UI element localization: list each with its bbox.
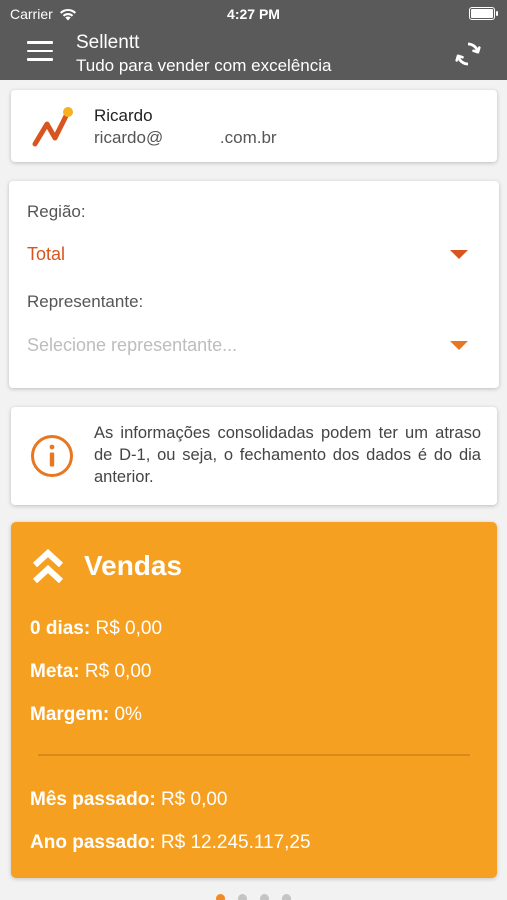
app-header: Sellentt Tudo para vender com excelência [0, 28, 507, 80]
sales-row-value: R$ 12.245.117,25 [160, 832, 311, 853]
battery-icon [469, 7, 498, 20]
page-indicator [0, 894, 507, 900]
info-icon [31, 435, 73, 477]
sellentt-logo-icon [32, 107, 73, 147]
sales-title: Vendas [84, 550, 183, 581]
user-email: ricardo@ .com.br [94, 128, 277, 147]
sales-row-label: Margem: [30, 704, 110, 725]
hamburger-menu-button[interactable] [27, 41, 53, 63]
user-card[interactable]: Ricardo ricardo@ .com.br [11, 90, 497, 162]
hamburger-icon-line [27, 41, 53, 44]
sales-row-last-year: Ano passado: R$ 12.245.117,25 [30, 832, 311, 854]
sales-row-value: 0% [114, 704, 142, 725]
sync-icon[interactable] [453, 39, 483, 69]
chevron-down-icon [450, 341, 468, 350]
sales-row-goal: Meta: R$ 0,00 [30, 661, 151, 683]
region-select[interactable]: Total [9, 235, 499, 271]
region-value: Total [27, 244, 66, 264]
status-time: 4:27 PM [227, 6, 280, 22]
representative-label: Representante: [27, 292, 144, 311]
sales-row-label: 0 dias: [30, 618, 91, 639]
status-bar: Carrier 4:27 PM [0, 0, 507, 28]
representative-placeholder: Selecione representante... [27, 335, 238, 355]
sales-row-days: 0 dias: R$ 0,00 [30, 618, 162, 640]
sales-row-label: Meta: [30, 661, 80, 682]
app-subtitle: Tudo para vender com excelência [76, 56, 332, 75]
page-dot[interactable] [260, 894, 269, 900]
hamburger-icon-line [27, 49, 53, 52]
filter-card: Região: Total Representante: Selecione r… [9, 181, 499, 388]
page-dot[interactable] [216, 894, 225, 900]
info-card: As informações consolidadas podem ter um… [11, 407, 497, 505]
sales-row-last-month: Mês passado: R$ 0,00 [30, 789, 227, 811]
representative-select[interactable]: Selecione representante... [9, 326, 499, 362]
hamburger-icon-line [27, 58, 53, 61]
chevron-down-icon [450, 250, 468, 259]
sales-row-value: R$ 0,00 [84, 661, 152, 682]
app-title: Sellentt [76, 32, 140, 53]
user-name: Ricardo [94, 106, 153, 125]
sales-card[interactable]: Vendas 0 dias: R$ 0,00 Meta: R$ 0,00 Mar… [11, 522, 497, 878]
sales-row-label: Ano passado: [30, 832, 156, 853]
page-dot[interactable] [238, 894, 247, 900]
sales-row-label: Mês passado: [30, 789, 156, 810]
info-message: As informações consolidadas podem ter um… [94, 424, 481, 486]
page-dot[interactable] [282, 894, 291, 900]
region-label: Região: [27, 202, 86, 221]
header-titles: Sellentt Tudo para vender com excelência [76, 31, 331, 77]
sales-divider [38, 754, 470, 756]
sales-row-value: R$ 0,00 [95, 618, 163, 639]
sales-row-margin: Margem: 0% [30, 704, 142, 726]
sales-row-value: R$ 0,00 [160, 789, 228, 810]
double-chevron-up-icon [32, 548, 64, 584]
